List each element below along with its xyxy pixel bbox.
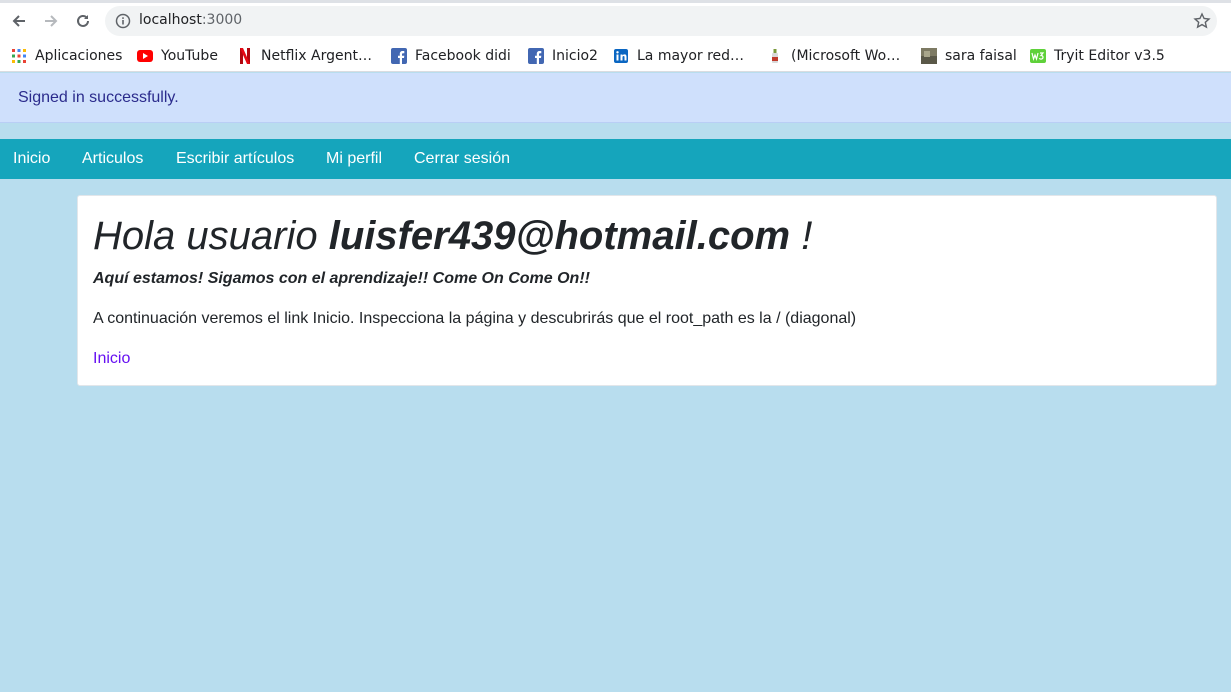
- nav-link-cerrar-sesion[interactable]: Cerrar sesión: [414, 150, 510, 168]
- bookmark-item[interactable]: Aplicaciones: [11, 45, 122, 67]
- bookmark-item[interactable]: Facebook didi: [391, 45, 511, 67]
- inicio-link[interactable]: Inicio: [93, 350, 130, 368]
- nav-link-articulos[interactable]: Articulos: [82, 150, 143, 168]
- bookmark-label: (Microsoft Wo…: [791, 48, 901, 64]
- apps-grid-icon: [11, 48, 27, 64]
- bookmark-item[interactable]: Inicio2: [528, 45, 598, 67]
- facebook-icon: [528, 48, 544, 64]
- back-button[interactable]: [8, 10, 30, 32]
- arrow-left-icon: [12, 15, 25, 27]
- bookmark-item[interactable]: YouTube: [137, 45, 218, 67]
- reload-button[interactable]: [72, 10, 94, 32]
- nav-link-mi-perfil[interactable]: Mi perfil: [326, 150, 382, 168]
- greeting-prefix: Hola usuario: [93, 214, 318, 258]
- bookmark-item[interactable]: La mayor red…: [613, 45, 744, 67]
- reload-icon: [77, 14, 89, 27]
- nav-link-escribir-articulos[interactable]: Escribir artículos: [176, 150, 294, 168]
- forward-button[interactable]: [40, 10, 62, 32]
- netflix-icon: [237, 48, 253, 64]
- site-navbar: Inicio Articulos Escribir artículos Mi p…: [0, 139, 1231, 179]
- bookmark-item[interactable]: Netflix Argent…: [237, 45, 372, 67]
- url-text: localhost:3000: [139, 12, 243, 28]
- bookmark-label: Netflix Argent…: [261, 48, 372, 64]
- bookmark-item[interactable]: sara faisal: [921, 45, 1017, 67]
- username: luisfer439@hotmail.com: [328, 214, 791, 258]
- bookmark-star-icon[interactable]: [1193, 12, 1211, 30]
- info-icon[interactable]: [115, 13, 131, 29]
- bookmark-label: Aplicaciones: [35, 48, 123, 64]
- bookmark-label: Facebook didi: [415, 48, 511, 64]
- description-paragraph: A continuación veremos el link Inicio. I…: [93, 310, 857, 327]
- subtitle: Aquí estamos! Sigamos con el aprendizaje…: [93, 270, 590, 287]
- youtube-icon: [137, 48, 153, 64]
- bookmark-label: La mayor red…: [637, 48, 745, 64]
- linkedin-icon: [613, 48, 629, 64]
- bookmark-label: Inicio2: [552, 48, 598, 64]
- w3schools-icon: [1030, 48, 1046, 64]
- greeting-suffix: !: [790, 214, 813, 258]
- image-thumbnail-icon: [921, 48, 937, 64]
- bookmark-label: sara faisal: [945, 48, 1017, 64]
- alert-message: Signed in successfully.: [18, 89, 179, 106]
- nav-link-inicio[interactable]: Inicio: [13, 150, 50, 168]
- bookmarks-bar: Aplicaciones YouTube Netflix Argent… Fac…: [0, 40, 1231, 72]
- arrow-right-icon: [45, 15, 58, 27]
- address-bar[interactable]: localhost:3000: [105, 6, 1217, 36]
- bookmark-item[interactable]: Tryit Editor v3.5: [1030, 45, 1165, 67]
- flash-alert: Signed in successfully.: [0, 73, 1231, 123]
- bookmark-item[interactable]: (Microsoft Wo…: [767, 45, 900, 67]
- bookmark-label: YouTube: [161, 48, 218, 64]
- bottle-icon: [767, 48, 783, 64]
- facebook-icon: [391, 48, 407, 64]
- tab-strip-edge: [0, 0, 1231, 3]
- browser-toolbar: localhost:3000: [0, 0, 1231, 40]
- welcome-card: Hola usuario luisfer439@hotmail.com ! Aq…: [77, 195, 1217, 386]
- bookmark-label: Tryit Editor v3.5: [1054, 48, 1165, 64]
- page-title: Hola usuario luisfer439@hotmail.com !: [93, 214, 812, 258]
